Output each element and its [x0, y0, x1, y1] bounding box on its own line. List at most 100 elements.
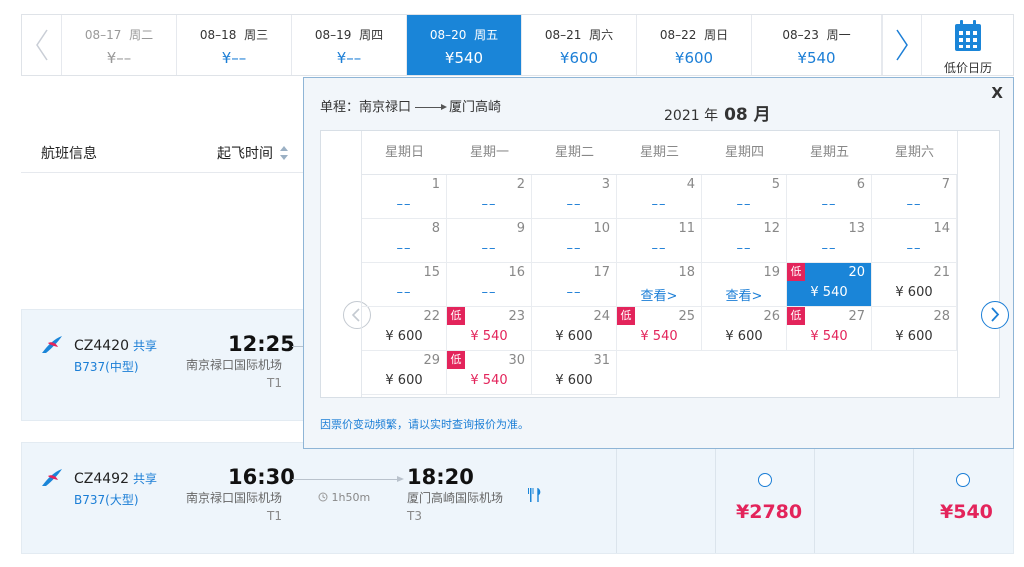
calendar-day[interactable]: 18 查看>: [617, 263, 702, 307]
calendar-day[interactable]: 20 低 ¥ 540: [787, 263, 872, 307]
day-number: 2: [516, 177, 525, 192]
flight-row[interactable]: CZ4492 共享 B737(大型) 16:30 南京禄口国际机场 T1 1h50…: [21, 442, 1014, 554]
calendar-day[interactable]: 16 ––: [447, 263, 532, 307]
calendar-day[interactable]: 12 ––: [702, 219, 787, 263]
calendar-day[interactable]: 6 ––: [787, 175, 872, 219]
date-tab-0820[interactable]: 08–20 周五 ¥540: [407, 15, 522, 75]
calendar-day[interactable]: 10 ––: [532, 219, 617, 263]
day-number: 8: [431, 221, 440, 236]
day-number: 18: [678, 265, 695, 280]
calendar-day[interactable]: 14 ––: [872, 219, 957, 263]
price-cell-empty: [616, 443, 715, 553]
low-price-badge: 低: [787, 263, 805, 281]
calendar-day[interactable]: 19 查看>: [702, 263, 787, 307]
fare-price: ¥540: [940, 501, 993, 523]
calendar-day[interactable]: 3 ––: [532, 175, 617, 219]
calendar-day[interactable]: 25 低 ¥ 540: [617, 307, 702, 351]
calendar-day[interactable]: 5 ––: [702, 175, 787, 219]
calendar-day[interactable]: 15 ––: [362, 263, 447, 307]
day-price: ––: [651, 197, 667, 212]
date-tab-0817[interactable]: 08–17 周二 ¥––: [62, 15, 177, 75]
calendar-day[interactable]: 29 ¥ 600: [362, 351, 447, 395]
year-label: 2021 年: [664, 108, 719, 124]
prev-dates-button[interactable]: [22, 15, 62, 75]
sort-icon[interactable]: [279, 145, 289, 161]
calendar-day[interactable]: 17 ––: [532, 263, 617, 307]
low-price-badge: 低: [617, 307, 635, 325]
calendar-day[interactable]: 23 低 ¥ 540: [447, 307, 532, 351]
calendar-day[interactable]: 22 ¥ 600: [362, 307, 447, 351]
day-price: ––: [821, 197, 837, 212]
calendar-day[interactable]: 7 ––: [872, 175, 957, 219]
day-price: ¥ 540: [470, 373, 508, 388]
day-number: 4: [686, 177, 695, 192]
date-tab-0823[interactable]: 08–23 周一 ¥540: [752, 15, 882, 75]
calendar-day[interactable]: 9 ––: [447, 219, 532, 263]
calendar-day[interactable]: 13 ––: [787, 219, 872, 263]
day-price: ¥ 600: [895, 329, 933, 344]
calendar-day[interactable]: 8 ––: [362, 219, 447, 263]
day-price: ––: [821, 241, 837, 256]
aircraft-type[interactable]: B737(中型): [74, 358, 139, 375]
day-number: 21: [933, 265, 950, 280]
date-tab-0819[interactable]: 08–19 周四 ¥––: [292, 15, 407, 75]
day-price: ––: [396, 241, 412, 256]
flight-duration: 1h50m: [318, 491, 370, 504]
calendar-grid-box: 星期日 星期一 星期二 星期三 星期四 星期五 星期六 1 –– 2 –– 3 –– 4 –– 5 –– 6 –– 7…: [320, 130, 1009, 398]
low-price-badge: 低: [447, 351, 465, 369]
calendar-day[interactable]: 28 ¥ 600: [872, 307, 957, 351]
next-dates-button[interactable]: [882, 15, 922, 75]
view-price-link[interactable]: 查看>: [617, 285, 701, 304]
calendar-day[interactable]: 11 ––: [617, 219, 702, 263]
calendar-icon: [955, 20, 981, 51]
sort-by-departure-button[interactable]: 起飞时间: [217, 143, 273, 163]
meal-icon: [528, 488, 541, 502]
fare-price: ¥2780: [736, 501, 803, 523]
calendar-day[interactable]: 31 ¥ 600: [532, 351, 617, 395]
day-number: 27: [848, 309, 865, 324]
day-price: ¥ 600: [385, 373, 423, 388]
airline-logo-icon: [42, 336, 62, 353]
low-price-calendar-button[interactable]: 低价日历: [922, 15, 1014, 75]
date-tab-0821[interactable]: 08–21 周六 ¥600: [522, 15, 637, 75]
calendar-day[interactable]: 24 ¥ 600: [532, 307, 617, 351]
low-price-badge: 低: [787, 307, 805, 325]
calendar-day[interactable]: 2 ––: [447, 175, 532, 219]
weekday-header: 星期五: [787, 131, 872, 175]
day-number: 17: [593, 265, 610, 280]
day-number: 22: [423, 309, 440, 324]
arrival-terminal: T3: [407, 509, 422, 523]
date-strip: 08–17 周二 ¥–– 08–18 周三 ¥–– 08–19 周四 ¥–– 0…: [21, 14, 1014, 76]
departure-airport: 南京禄口国际机场: [185, 358, 282, 372]
day-number: 12: [763, 221, 780, 236]
calendar-day[interactable]: 1 ––: [362, 175, 447, 219]
view-price-link[interactable]: 查看>: [702, 285, 786, 304]
chevron-right-icon: [991, 307, 1000, 322]
day-number: 7: [941, 177, 950, 192]
price-cell-discount[interactable]: ¥540: [913, 443, 1013, 553]
fare-radio[interactable]: [956, 473, 970, 487]
price-cell-economy[interactable]: ¥2780: [715, 443, 814, 553]
calendar-day[interactable]: 27 低 ¥ 540: [787, 307, 872, 351]
chevron-right-icon: [896, 29, 908, 61]
fare-radio[interactable]: [758, 473, 772, 487]
codeshare-badge: 共享: [133, 339, 158, 353]
calendar-day[interactable]: 26 ¥ 600: [702, 307, 787, 351]
flight-search-page: 08–17 周二 ¥–– 08–18 周三 ¥–– 08–19 周四 ¥–– 0…: [0, 0, 1024, 567]
aircraft-type[interactable]: B737(大型): [74, 491, 139, 508]
day-price: ¥ 600: [895, 285, 933, 300]
day-price: ¥ 600: [725, 329, 763, 344]
date-tab-0818[interactable]: 08–18 周三 ¥––: [177, 15, 292, 75]
date-label: 08–19: [314, 28, 352, 42]
calendar-day[interactable]: 4 ––: [617, 175, 702, 219]
next-month-button[interactable]: [981, 301, 1009, 329]
calendar-day[interactable]: 21 ¥ 600: [872, 263, 957, 307]
calendar-day[interactable]: 30 低 ¥ 540: [447, 351, 532, 395]
date-tab-0822[interactable]: 08–22 周日 ¥600: [637, 15, 752, 75]
date-label: 08–20: [429, 28, 467, 42]
day-price: ¥ 600: [385, 329, 423, 344]
close-button[interactable]: X: [991, 84, 1003, 102]
day-number: 10: [593, 221, 610, 236]
day-price: ––: [906, 197, 922, 212]
weekday-header: 星期三: [617, 131, 702, 175]
